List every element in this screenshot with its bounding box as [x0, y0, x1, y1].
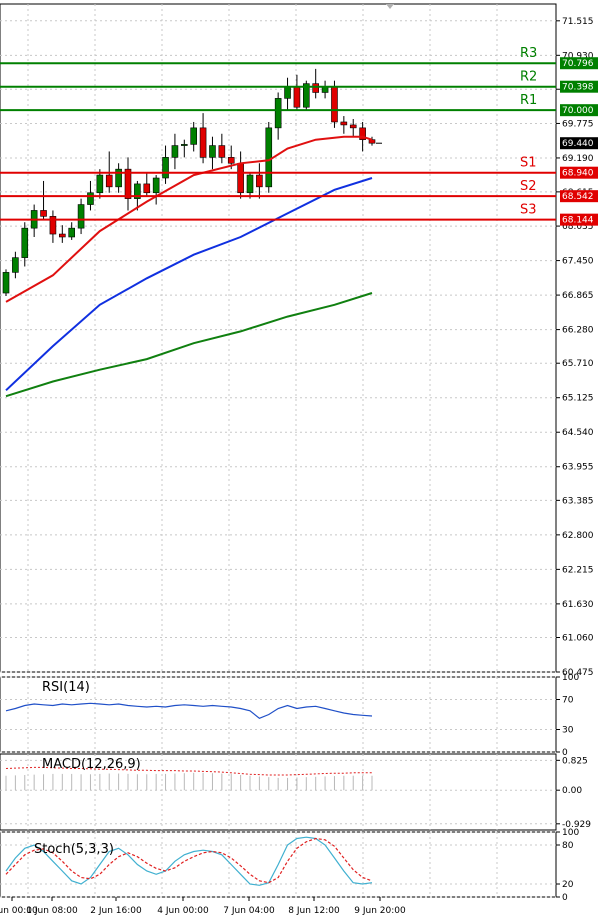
- x-tick-label: 2 Jun 16:00: [90, 906, 142, 916]
- candle-body: [199, 127, 207, 158]
- level-label-s2: S2: [520, 179, 537, 194]
- candle-body: [340, 121, 348, 126]
- y-tick-label: 65.710: [562, 359, 594, 369]
- price-tag-text-r3: 70.796: [562, 59, 594, 69]
- candle-body: [105, 174, 113, 188]
- stoch-panel-tick-label: 0: [562, 893, 568, 903]
- stoch-title: Stoch(5,3,3): [34, 842, 114, 857]
- candle-body: [40, 210, 47, 217]
- y-tick-label: 66.865: [562, 291, 594, 301]
- y-tick-label: 61.630: [562, 600, 594, 610]
- candle-body: [284, 86, 291, 99]
- candle-body: [87, 192, 94, 205]
- candle-body: [12, 257, 19, 273]
- candle-body: [368, 139, 376, 144]
- candle-body: [349, 124, 357, 129]
- stoch-panel-tick-label: 100: [562, 828, 579, 838]
- price-tag-text-s2: 68.542: [562, 192, 594, 202]
- candle-body: [227, 157, 235, 164]
- price-tag-text-s3: 68.144: [562, 216, 594, 226]
- candle-body: [162, 157, 169, 179]
- candle-body: [265, 127, 273, 188]
- candle-body: [143, 183, 151, 194]
- candle-body: [2, 272, 10, 294]
- candle-body: [152, 177, 160, 194]
- candle-body: [77, 204, 85, 229]
- candle-body: [246, 174, 254, 194]
- macd-panel-tick-label: 0.825: [562, 756, 588, 766]
- candle-body: [190, 127, 197, 145]
- level-label-r3: R3: [520, 46, 537, 61]
- price-tag-text-s1: 68.940: [562, 169, 594, 179]
- current-price-text: 69.440: [562, 139, 594, 149]
- chart-area: 71.51570.93070.35569.77569.19068.61568.0…: [0, 3, 598, 916]
- level-label-r2: R2: [520, 70, 537, 85]
- candle-body: [237, 162, 244, 194]
- stoch-panel-tick-label: 80: [562, 841, 574, 851]
- candle-body: [218, 145, 226, 158]
- candle-body: [274, 98, 282, 129]
- candle-body: [209, 145, 216, 158]
- candle-body: [312, 83, 319, 93]
- level-label-r1: R1: [520, 93, 537, 108]
- rsi-panel-tick-label: 70: [562, 696, 574, 706]
- y-tick-label: 65.125: [562, 394, 594, 404]
- candle-body: [96, 174, 104, 194]
- y-tick-label: 63.955: [562, 463, 594, 473]
- candle-body: [59, 233, 66, 238]
- price-tag-text-r2: 70.398: [562, 83, 594, 93]
- x-tick-label: 9 Jun 20:00: [354, 906, 406, 916]
- candle-body: [256, 174, 263, 188]
- y-tick-label: 61.060: [562, 633, 594, 643]
- y-tick-label: 64.540: [562, 428, 594, 438]
- price-tag-text-r1: 70.000: [562, 106, 594, 116]
- y-tick-label: 67.450: [562, 257, 594, 267]
- y-tick-label: 71.515: [562, 17, 594, 27]
- level-label-s1: S1: [520, 156, 537, 171]
- rsi-panel-tick-label: 100: [562, 673, 579, 683]
- y-tick-label: 62.215: [562, 565, 594, 575]
- x-tick-label: 8 Jun 12:00: [288, 906, 340, 916]
- x-tick-label: 7 Jun 04:00: [223, 906, 275, 916]
- x-tick-label: 4 Jun 00:00: [157, 906, 209, 916]
- y-tick-label: 69.190: [562, 154, 594, 164]
- stoch-panel-tick-label: 20: [562, 880, 574, 890]
- candle-body: [293, 86, 301, 108]
- y-tick-label: 62.800: [562, 531, 594, 541]
- y-tick-label: 69.775: [562, 119, 594, 129]
- rsi-title: RSI(14): [42, 680, 90, 695]
- macd-panel-tick-label: 0.00: [562, 786, 582, 796]
- candle-body: [181, 144, 188, 146]
- candle-body: [21, 227, 29, 258]
- y-tick-label: 63.385: [562, 496, 594, 506]
- candle-body: [331, 86, 338, 123]
- x-tick-label: 1 Jun 08:00: [26, 906, 78, 916]
- candle-body: [68, 227, 75, 238]
- candle-body: [171, 145, 179, 158]
- macd-title: MACD(12,26,9): [42, 757, 141, 772]
- level-label-s3: S3: [520, 203, 537, 218]
- rsi-panel-tick-label: 30: [562, 726, 574, 736]
- y-tick-label: 66.280: [562, 326, 594, 336]
